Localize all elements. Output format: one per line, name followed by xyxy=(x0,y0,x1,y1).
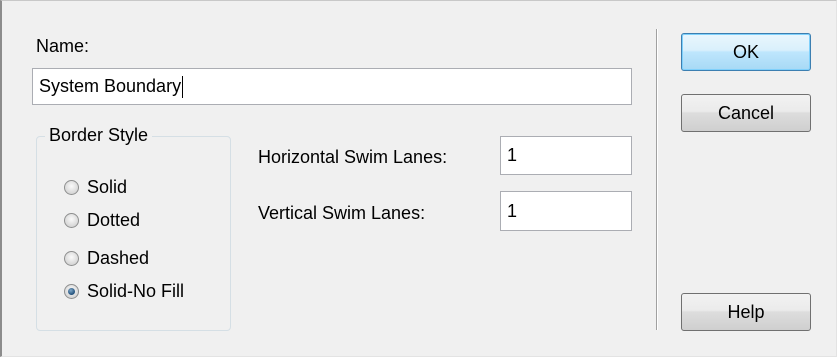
border-style-legend: Border Style xyxy=(45,125,153,145)
radio-solid-no-fill[interactable]: Solid-No Fill xyxy=(64,279,184,303)
radio-button-icon[interactable] xyxy=(64,250,79,266)
name-input-value: System Boundary xyxy=(39,76,182,96)
text-cursor xyxy=(182,75,184,98)
ok-button[interactable]: OK xyxy=(681,33,811,71)
dialog-window: Name: System Boundary Border Style Solid… xyxy=(0,0,837,357)
vertical-swim-lanes-label: Vertical Swim Lanes: xyxy=(258,203,426,223)
help-button[interactable]: Help xyxy=(681,293,811,331)
radio-button-icon[interactable] xyxy=(64,179,79,195)
name-input[interactable]: System Boundary xyxy=(32,68,632,105)
radio-solid-label: Solid xyxy=(87,176,128,197)
radio-dashed[interactable]: Dashed xyxy=(64,246,149,270)
horizontal-swim-lanes-value: 1 xyxy=(507,145,518,165)
radio-button-selected-icon[interactable] xyxy=(64,283,79,299)
cancel-button[interactable]: Cancel xyxy=(681,94,811,132)
radio-solid[interactable]: Solid xyxy=(64,175,127,199)
radio-dotted[interactable]: Dotted xyxy=(64,208,140,232)
radio-dashed-label: Dashed xyxy=(87,247,150,268)
vertical-swim-lanes-input[interactable]: 1 xyxy=(500,191,632,231)
horizontal-swim-lanes-input[interactable]: 1 xyxy=(500,136,632,175)
radio-button-icon[interactable] xyxy=(64,212,79,228)
horizontal-swim-lanes-label: Horizontal Swim Lanes: xyxy=(258,147,448,167)
vertical-separator xyxy=(656,29,658,330)
radio-solid-no-fill-label: Solid-No Fill xyxy=(87,280,185,301)
radio-dotted-label: Dotted xyxy=(87,209,141,230)
name-label: Name: xyxy=(36,36,90,56)
vertical-swim-lanes-value: 1 xyxy=(507,200,518,221)
